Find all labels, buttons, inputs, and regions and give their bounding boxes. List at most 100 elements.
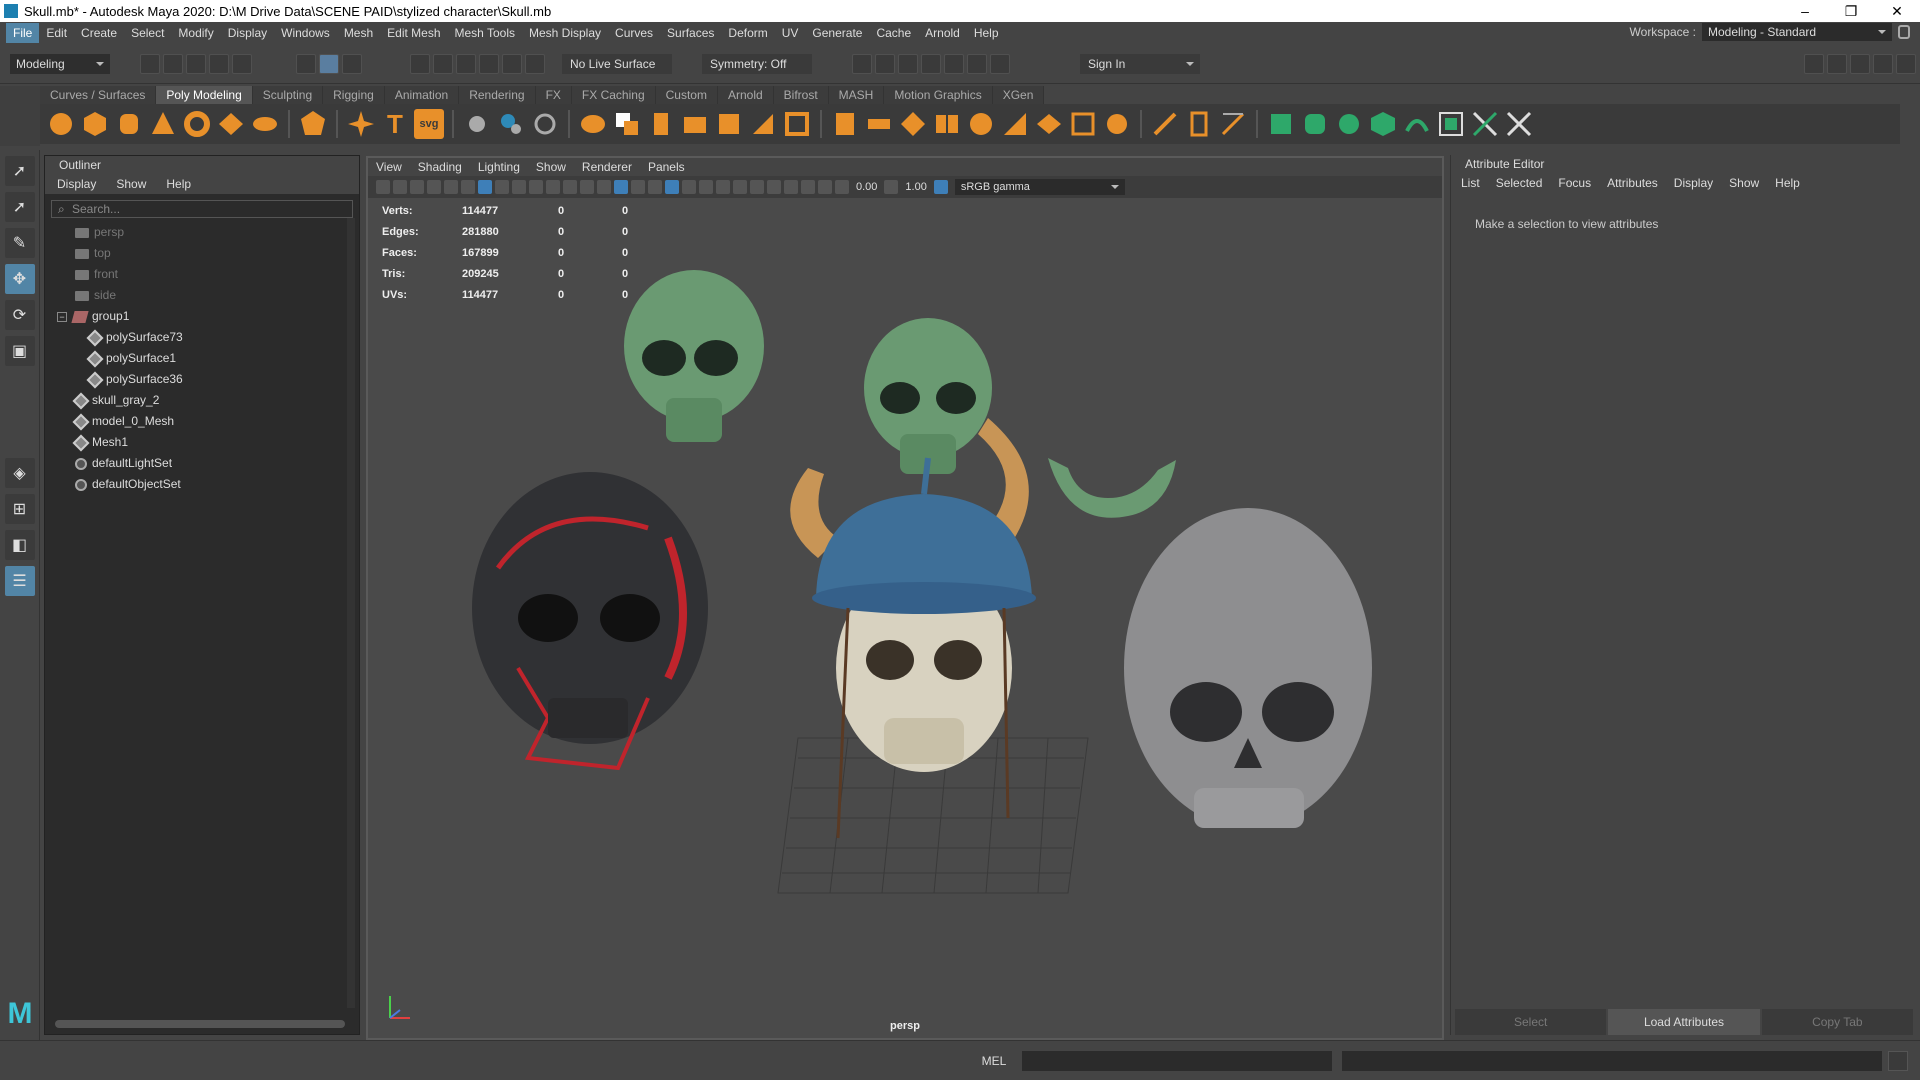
viewport-menu-shading[interactable]: Shading	[418, 160, 462, 174]
menu-edit[interactable]: Edit	[39, 23, 74, 43]
script-editor-icon[interactable]	[1888, 1051, 1908, 1071]
xray-icon[interactable]	[784, 180, 798, 194]
bevel-icon[interactable]	[714, 109, 744, 139]
outliner-layout-icon[interactable]: ☰	[4, 566, 35, 596]
safe-title-icon[interactable]	[580, 180, 594, 194]
snap-surface-icon[interactable]	[502, 54, 522, 74]
maximize-button[interactable]: ❐	[1828, 0, 1874, 22]
wireframe-on-shaded-icon[interactable]	[631, 180, 645, 194]
attribute-editor-menu-attributes[interactable]: Attributes	[1607, 176, 1658, 190]
move-tool-icon[interactable]: ✥	[4, 264, 35, 294]
select-object-icon[interactable]	[319, 54, 339, 74]
reduce-icon[interactable]	[1102, 109, 1132, 139]
shelf-tab-motion-graphics[interactable]: Motion Graphics	[884, 86, 993, 104]
anti-aliasing-icon[interactable]	[733, 180, 747, 194]
attribute-editor-menu-selected[interactable]: Selected	[1496, 176, 1543, 190]
command-input[interactable]	[1022, 1051, 1332, 1071]
exposure-value[interactable]: 0.00	[852, 181, 881, 193]
arnold-render-icon[interactable]	[967, 54, 987, 74]
image-plane-icon[interactable]	[427, 180, 441, 194]
render-view-icon[interactable]	[852, 54, 872, 74]
outliner-item-group1[interactable]: − group1	[45, 306, 359, 327]
menu-mesh-tools[interactable]: Mesh Tools	[448, 23, 522, 43]
shelf-tab-bifrost[interactable]: Bifrost	[773, 86, 829, 104]
minimize-button[interactable]: –	[1782, 0, 1828, 22]
select-tool-icon[interactable]: ➚	[4, 156, 35, 186]
boolean-icon[interactable]	[612, 109, 642, 139]
shelf-tab-poly-modeling[interactable]: Poly Modeling	[156, 86, 253, 104]
shelf-tab-animation[interactable]: Animation	[384, 86, 460, 104]
snap-curve-icon[interactable]	[433, 54, 453, 74]
duplicate-face-icon[interactable]	[1068, 109, 1098, 139]
load-attributes-button[interactable]: Load Attributes	[1608, 1009, 1760, 1035]
viewport-menu-panels[interactable]: Panels	[648, 160, 685, 174]
shelf-tab-sculpting[interactable]: Sculpting	[252, 86, 324, 104]
automatic-uv-icon[interactable]	[1368, 109, 1398, 139]
attribute-editor-toggle-icon[interactable]	[1850, 54, 1870, 74]
collapse-icon[interactable]	[898, 109, 928, 139]
redo-icon[interactable]	[232, 54, 252, 74]
poly-disc-icon[interactable]	[250, 109, 280, 139]
extract-icon[interactable]	[1034, 109, 1064, 139]
menu-deform[interactable]: Deform	[721, 23, 774, 43]
outliner-item-mesh1[interactable]: Mesh1	[45, 432, 359, 453]
four-view-icon[interactable]: ⊞	[4, 494, 35, 524]
depth-of-field-icon[interactable]	[750, 180, 764, 194]
extrude-icon[interactable]	[646, 109, 676, 139]
xray-components-icon[interactable]	[818, 180, 832, 194]
outliner-menu-help[interactable]: Help	[166, 177, 191, 191]
platonic-solid-icon[interactable]	[298, 109, 328, 139]
outliner-item-persp[interactable]: persp	[45, 222, 359, 243]
render-settings-icon[interactable]	[921, 54, 941, 74]
viewport-panel[interactable]: View Shading Lighting Show Renderer Panels	[366, 156, 1444, 1040]
offset-edge-loop-icon[interactable]	[1184, 109, 1214, 139]
menu-arnold[interactable]: Arnold	[918, 23, 967, 43]
menu-windows[interactable]: Windows	[274, 23, 337, 43]
svg-tool-icon[interactable]: svg	[414, 109, 444, 139]
viewport-menu-lighting[interactable]: Lighting	[478, 160, 520, 174]
bookmarks-icon[interactable]	[410, 180, 424, 194]
rotate-tool-icon[interactable]: ⟳	[4, 300, 35, 330]
menu-select[interactable]: Select	[124, 23, 171, 43]
wireframe-shading-icon[interactable]	[597, 180, 611, 194]
snap-grid-icon[interactable]	[410, 54, 430, 74]
poly-sphere-icon[interactable]	[46, 109, 76, 139]
menu-modify[interactable]: Modify	[171, 23, 220, 43]
outliner-item-side[interactable]: side	[45, 285, 359, 306]
attribute-editor-menu-focus[interactable]: Focus	[1558, 176, 1591, 190]
fill-hole-icon[interactable]	[782, 109, 812, 139]
unfold-uv-icon[interactable]	[1402, 109, 1432, 139]
lasso-tool-icon[interactable]: ➚	[4, 192, 35, 222]
soft-select-icon[interactable]	[966, 109, 996, 139]
xray-joints-icon[interactable]	[801, 180, 815, 194]
target-weld-icon[interactable]	[932, 109, 962, 139]
select-camera-icon[interactable]	[376, 180, 390, 194]
shelf-tab-rendering[interactable]: Rendering	[459, 86, 536, 104]
shelf-tab-rigging[interactable]: Rigging	[323, 86, 385, 104]
render-frame-icon[interactable]	[875, 54, 895, 74]
wireframe-icon[interactable]	[478, 180, 492, 194]
shadows-icon[interactable]	[682, 180, 696, 194]
isolate-select-icon[interactable]	[767, 180, 781, 194]
shelf-tab-xgen[interactable]: XGen	[992, 86, 1045, 104]
shelf-tab-fx[interactable]: FX	[535, 86, 572, 104]
undo-icon[interactable]	[209, 54, 229, 74]
menu-mesh-display[interactable]: Mesh Display	[522, 23, 608, 43]
outliner-item-defaultlightset[interactable]: defaultLightSet	[45, 453, 359, 474]
grid-icon[interactable]	[461, 180, 475, 194]
select-component-icon[interactable]	[342, 54, 362, 74]
copy-tab-button[interactable]: Copy Tab	[1761, 1009, 1913, 1035]
outliner-item-skull-gray-2[interactable]: skull_gray_2	[45, 390, 359, 411]
color-management-icon[interactable]	[933, 180, 948, 194]
menu-edit-mesh[interactable]: Edit Mesh	[380, 23, 447, 43]
shelf-tab-curves-surfaces[interactable]: Curves / Surfaces	[40, 86, 157, 104]
shelf-tab-mash[interactable]: MASH	[828, 86, 885, 104]
outliner-vertical-scrollbar[interactable]	[347, 218, 355, 1008]
poly-plane-icon[interactable]	[216, 109, 246, 139]
outliner-item-top[interactable]: top	[45, 243, 359, 264]
super-shape-icon[interactable]	[346, 109, 376, 139]
symmetry-dropdown[interactable]: Symmetry: Off	[702, 54, 812, 74]
textured-icon[interactable]	[648, 180, 662, 194]
separate-icon[interactable]	[530, 109, 560, 139]
menu-cache[interactable]: Cache	[869, 23, 918, 43]
